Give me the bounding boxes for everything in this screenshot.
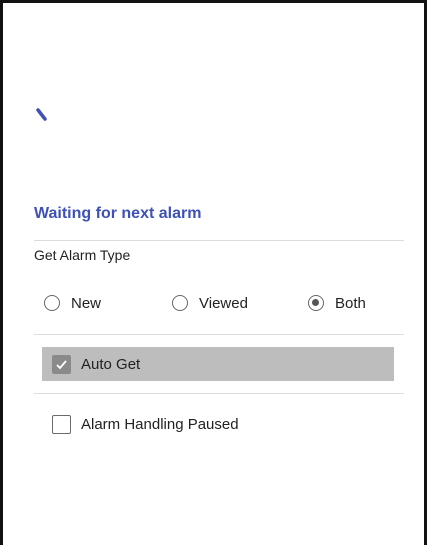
radio-label-viewed: Viewed — [199, 294, 248, 312]
alarm-handling-paused-label: Alarm Handling Paused — [81, 415, 239, 433]
alarm-handling-paused-row[interactable]: Alarm Handling Paused — [42, 407, 394, 441]
radio-button-new[interactable] — [44, 295, 60, 311]
divider — [34, 240, 404, 241]
auto-get-checkbox[interactable] — [52, 354, 71, 374]
panel-border-top — [0, 0, 427, 3]
status-title: Waiting for next alarm — [34, 205, 202, 222]
alarm-panel: Waiting for next alarm Get Alarm Type Ne… — [0, 0, 427, 545]
radio-option-viewed[interactable]: Viewed — [172, 292, 248, 314]
get-alarm-type-label: Get Alarm Type — [34, 247, 131, 263]
divider — [34, 334, 404, 335]
radio-label-new: New — [71, 294, 102, 312]
checkmark-icon — [56, 359, 67, 369]
panel-border-left — [0, 0, 3, 545]
radio-option-new[interactable]: New — [44, 292, 101, 314]
radio-option-both[interactable]: Both — [308, 292, 366, 314]
divider — [34, 393, 404, 394]
radio-button-viewed[interactable] — [172, 295, 188, 311]
alarm-handling-paused-checkbox[interactable] — [52, 414, 71, 434]
auto-get-row[interactable]: Auto Get — [42, 347, 394, 381]
radio-label-both: Both — [335, 294, 366, 312]
auto-get-label: Auto Get — [81, 355, 141, 373]
loading-spinner-icon — [36, 108, 47, 121]
radio-button-both[interactable] — [308, 295, 324, 311]
